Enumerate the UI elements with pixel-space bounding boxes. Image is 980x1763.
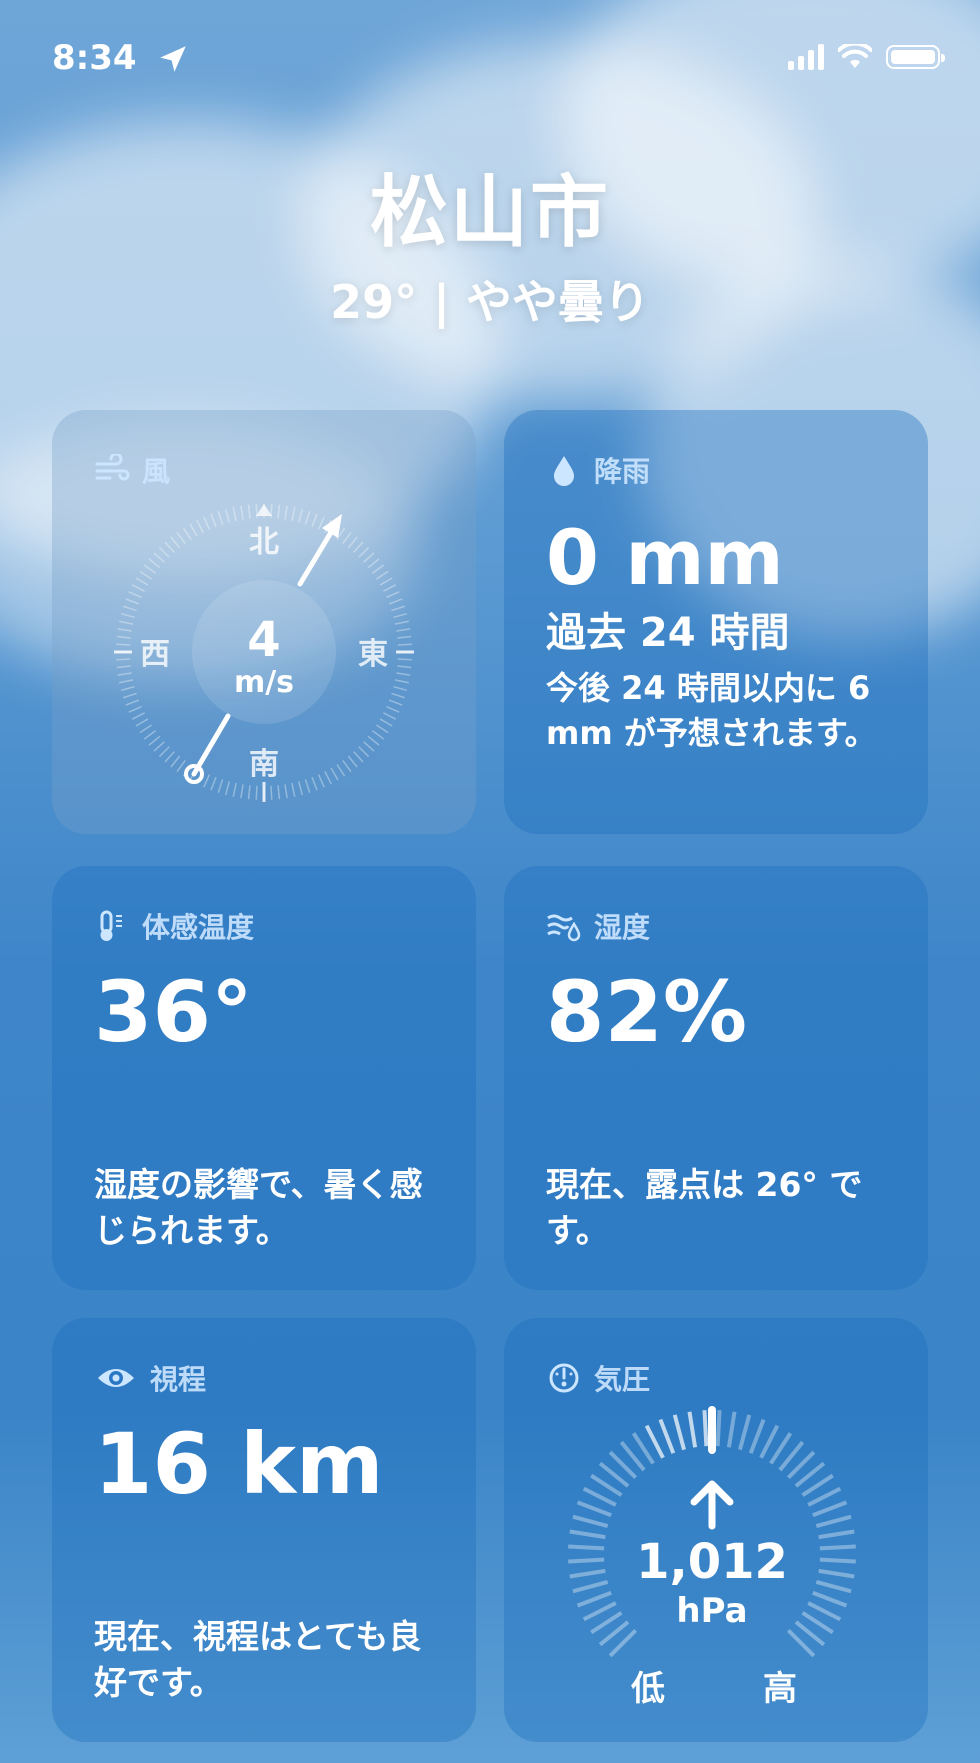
pressure-gauge-tick (582, 1601, 617, 1622)
humidity-description: 現在、露点は 26° です。 (546, 1165, 863, 1251)
pressure-gauge-tick (576, 1500, 612, 1518)
visibility-value: 16 km (94, 1415, 384, 1513)
pressure-gauge-tick (572, 1514, 609, 1528)
compass-north: 北 (249, 525, 279, 560)
humidity-value: 82% (546, 963, 748, 1061)
pressure-gauge-tick (569, 1568, 606, 1579)
wind-card[interactable]: 風 北 南 東 西 4 m/s (52, 410, 476, 834)
visibility-description: 現在、視程はとても良好です。 (94, 1617, 422, 1703)
pressure-gauge-tick (576, 1590, 612, 1608)
pressure-card[interactable]: 気圧 1,012 hPa 低 高 (504, 1318, 928, 1742)
pressure-gauge-tick (738, 1414, 752, 1451)
pressure-gauge-tick (582, 1486, 617, 1507)
pressure-unit: hPa (676, 1591, 747, 1631)
pressure-gauge-tick (715, 1410, 722, 1447)
current-condition: 29° | やや曇り (330, 275, 650, 329)
rain-amount: 0 mm (546, 513, 784, 602)
location-header: 松山市 29° | やや曇り (0, 150, 980, 332)
humidity-card[interactable]: 湿度 82% 現在、露点は 26° です。 (504, 866, 928, 1290)
humidity-icon (547, 914, 581, 942)
pressure-gauge-tick (815, 1580, 852, 1594)
status-time: 8:34 (52, 38, 137, 78)
pressure-gauge-tick (568, 1557, 605, 1564)
pressure-gauge-tick (812, 1590, 848, 1608)
pressure-gauge-tick (812, 1500, 848, 1518)
pressure-gauge-tick (815, 1514, 852, 1528)
pressure-gauge-tick (807, 1486, 842, 1507)
wind-unit: m/s (234, 665, 294, 700)
pressure-gauge-tick (818, 1568, 855, 1579)
thermometer-icon (100, 910, 122, 941)
wind-speed: 4 (247, 612, 280, 668)
pressure-gauge-tick (644, 1424, 665, 1459)
pressure-gauge-tick (748, 1418, 766, 1454)
pressure-gauge-tick (818, 1529, 855, 1540)
cellular-signal-icon (788, 44, 824, 70)
pressure-gauge-tick (702, 1410, 709, 1447)
pressure-trend-arrow (690, 1480, 734, 1530)
feels-like-value: 36° (94, 963, 253, 1061)
pressure-low-label: 低 (631, 1669, 665, 1709)
visibility-card[interactable]: 視程 16 km 現在、視程はとても良好です。 (52, 1318, 476, 1742)
raindrop-icon (554, 456, 574, 486)
feels-like-description: 湿度の影響で、暑く感じられます。 (94, 1165, 423, 1251)
pressure-gauge-tick (572, 1580, 609, 1594)
location-arrow-icon (160, 46, 186, 72)
battery-icon (886, 45, 945, 69)
pressure-gauge-tick (819, 1544, 856, 1551)
pressure-gauge-tick (726, 1411, 737, 1448)
status-bar: 8:34 (52, 38, 945, 82)
eye-icon (98, 1369, 134, 1387)
pressure-value: 1,012 (636, 1534, 788, 1590)
pressure-gauge-tick (568, 1544, 605, 1551)
pressure-gauge-tick (759, 1424, 780, 1459)
feels-like-card[interactable]: 体感温度 36° 湿度の影響で、暑く感じられます。 (52, 866, 476, 1290)
pressure-gauge-tick (569, 1529, 606, 1540)
compass-west: 西 (140, 637, 170, 672)
pressure-gauge-tick (819, 1557, 856, 1564)
pressure-gauge-tick (807, 1601, 842, 1622)
pressure-gauge-tick (658, 1418, 676, 1454)
city-name: 松山市 (369, 168, 610, 258)
humidity-title: 湿度 (594, 911, 651, 944)
rain-title: 降雨 (594, 455, 651, 488)
wind-compass: 北 南 東 西 4 m/s (114, 504, 414, 802)
pressure-gauge-tick (687, 1411, 698, 1448)
rain-period: 過去 24 時間 (546, 610, 790, 656)
rain-description: 今後 24 時間以内に 6 mm が予想されます。 (546, 669, 877, 752)
wifi-icon (838, 44, 872, 68)
pressure-gauge: 1,012 hPa 低 高 (568, 1406, 856, 1709)
compass-east: 東 (358, 637, 388, 672)
pressure-gauge-tick (672, 1414, 686, 1451)
rain-card[interactable]: 降雨 0 mm 過去 24 時間 今後 24 時間以内に 6 mm が予想されま… (504, 410, 928, 834)
compass-south: 南 (249, 747, 279, 782)
visibility-title: 視程 (150, 1363, 207, 1396)
feels-like-title: 体感温度 (142, 911, 255, 944)
pressure-high-label: 高 (763, 1669, 797, 1709)
